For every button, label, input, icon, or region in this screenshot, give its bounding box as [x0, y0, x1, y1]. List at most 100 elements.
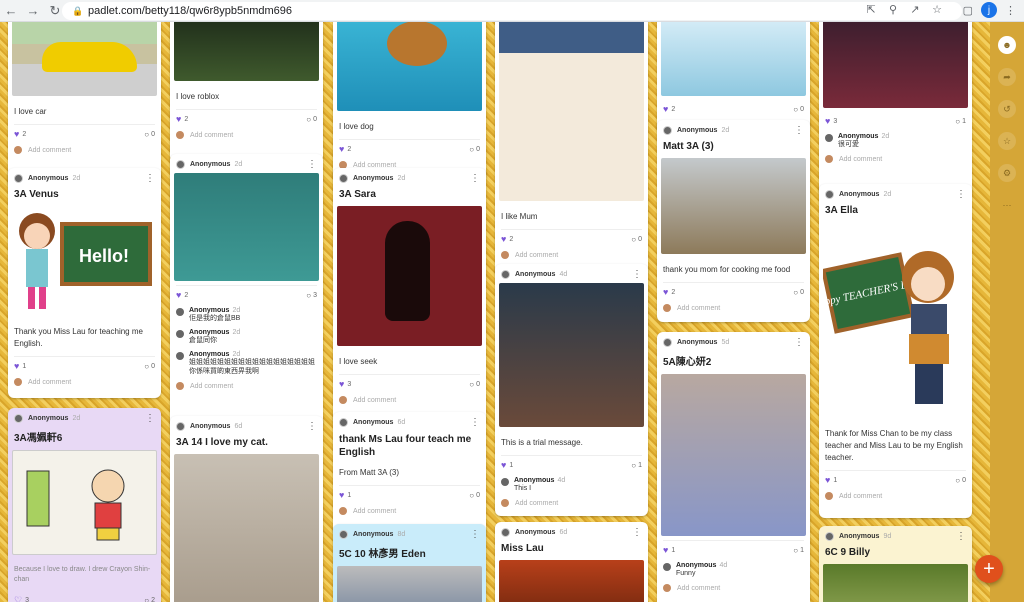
- more-horizontal-icon[interactable]: ⋯: [998, 196, 1016, 214]
- more-vertical-icon[interactable]: ⋮: [794, 126, 804, 136]
- comment-bubble-icon[interactable]: ○: [469, 145, 474, 154]
- add-comment[interactable]: Add comment: [333, 393, 486, 411]
- profile-avatar[interactable]: j: [981, 2, 997, 18]
- zoom-icon[interactable]: ⚲: [886, 3, 900, 16]
- share-icon[interactable]: ↗: [908, 3, 922, 16]
- more-vertical-icon[interactable]: ⋮: [307, 422, 317, 432]
- post-card[interactable]: Anonymous 6d ⋮ 3A 14 I love my cat.: [170, 416, 323, 602]
- add-comment[interactable]: Add comment: [170, 128, 323, 146]
- post-card[interactable]: Anonymous 5d ⋮ 5A陳心妍2 ♥ 1 ○ 1 Anonymous 4d F…: [657, 332, 810, 602]
- comment-bubble-icon[interactable]: ○: [631, 461, 636, 470]
- more-vertical-icon[interactable]: ⋮: [470, 418, 480, 428]
- heart-icon[interactable]: ♥: [14, 361, 19, 371]
- comment-bubble-icon[interactable]: ○: [144, 130, 149, 139]
- share-icon[interactable]: ➦: [998, 68, 1016, 86]
- post-card[interactable]: Anonymous 6d ⋮ Miss Lau: [495, 522, 648, 602]
- add-comment[interactable]: Add comment: [8, 143, 161, 161]
- remake-icon[interactable]: ↺: [998, 100, 1016, 118]
- star-icon[interactable]: ☆: [998, 132, 1016, 150]
- comment-bubble-icon[interactable]: ○: [306, 115, 311, 124]
- add-comment[interactable]: Add comment: [819, 489, 972, 507]
- comment-bubble-icon[interactable]: ○: [469, 380, 474, 389]
- heart-icon[interactable]: ♥: [663, 104, 668, 114]
- more-vertical-icon[interactable]: ⋮: [956, 190, 966, 200]
- add-comment-label[interactable]: Add comment: [839, 493, 882, 500]
- post-card[interactable]: ♥ 2 ○ 0 Add comment: [657, 22, 810, 132]
- comment-bubble-icon[interactable]: ○: [144, 596, 149, 602]
- comment-bubble-icon[interactable]: ○: [793, 546, 798, 555]
- add-comment-label[interactable]: Add comment: [190, 383, 233, 390]
- url-text[interactable]: padlet.com/betty118/qw6r8ypb5nmdm696: [88, 5, 292, 17]
- more-vertical-icon[interactable]: ⋮: [470, 174, 480, 184]
- padlet-board[interactable]: I love car ♥ 2 ○ 0 Add comment Anonymous…: [0, 22, 990, 602]
- add-post-button[interactable]: +: [975, 555, 1003, 583]
- post-card[interactable]: Anonymous 2d ⋮ Matt 3A (3) thank you mom f…: [657, 120, 810, 322]
- post-card[interactable]: Anonymous2d ⋮ 3A Ella Happy TEACHER'S Day…: [819, 184, 972, 518]
- sidepanel-icon[interactable]: ▢: [963, 4, 973, 17]
- post-card[interactable]: Anonymous 8d ⋮ 5C 10 林彥男 Eden: [333, 524, 486, 602]
- add-comment-label[interactable]: Add comment: [353, 508, 396, 515]
- add-comment-label[interactable]: Add comment: [677, 585, 720, 592]
- comment-bubble-icon[interactable]: ○: [144, 362, 149, 371]
- comment-bubble-icon[interactable]: ○: [306, 291, 311, 300]
- post-card[interactable]: Anonymous 2d ⋮ ♥ 2 ○ 3 Anonymous 2d 佢是我的倉鼠BB…: [170, 154, 323, 428]
- comment-bubble-icon[interactable]: ○: [955, 117, 960, 126]
- add-comment-label[interactable]: Add comment: [515, 500, 558, 507]
- comment-bubble-icon[interactable]: ○: [955, 476, 960, 485]
- comment-bubble-icon[interactable]: ○: [793, 105, 798, 114]
- add-comment-label[interactable]: Add comment: [353, 397, 396, 404]
- heart-icon[interactable]: ♥: [825, 116, 830, 126]
- add-comment[interactable]: Add comment: [8, 375, 161, 393]
- add-comment[interactable]: Add comment: [657, 581, 810, 599]
- add-comment-label[interactable]: Add comment: [515, 252, 558, 259]
- heart-icon[interactable]: ♥: [501, 460, 506, 470]
- heart-icon[interactable]: ♥: [339, 379, 344, 389]
- heart-icon[interactable]: ♥: [501, 234, 506, 244]
- more-vertical-icon[interactable]: ⋮: [145, 174, 155, 184]
- more-vertical-icon[interactable]: ⋮: [794, 338, 804, 348]
- add-comment[interactable]: Add comment: [333, 504, 486, 522]
- more-vertical-icon[interactable]: ⋮: [632, 270, 642, 280]
- post-card[interactable]: Anonymous 4d ⋮ This is a trial message. ♥ …: [495, 264, 648, 516]
- settings-icon[interactable]: ⚙: [998, 164, 1016, 182]
- heart-icon[interactable]: ♥: [663, 287, 668, 297]
- post-card[interactable]: I love car ♥ 2 ○ 0 Add comment: [8, 22, 161, 188]
- more-vertical-icon[interactable]: ⋮: [632, 528, 642, 538]
- add-comment[interactable]: Add comment: [657, 301, 810, 319]
- heart-icon[interactable]: ♥: [14, 129, 19, 139]
- more-vertical-icon[interactable]: ⋮: [470, 530, 480, 540]
- comment-bubble-icon[interactable]: ○: [631, 235, 636, 244]
- install-icon[interactable]: ⇱: [864, 3, 878, 16]
- add-comment-label[interactable]: Add comment: [28, 147, 71, 154]
- post-card[interactable]: Anonymous 9d ⋮ 6C 9 Billy: [819, 526, 972, 602]
- heart-icon[interactable]: ♥: [825, 475, 830, 485]
- post-card[interactable]: I love roblox ♥ 2 ○ 0 Add comment: [170, 22, 323, 162]
- heart-icon[interactable]: ♥: [176, 290, 181, 300]
- more-vertical-icon[interactable]: ⋮: [145, 414, 155, 424]
- post-card[interactable]: ♥ 3 ○ 1 Anonymous 2d 很可愛 Add comment: [819, 22, 972, 196]
- add-comment-label[interactable]: Add comment: [839, 156, 882, 163]
- post-card[interactable]: I love dog ♥ 2 ○ 0 Add comment: [333, 22, 486, 180]
- add-comment[interactable]: Add comment: [495, 496, 648, 514]
- address-bar[interactable]: 🔒 padlet.com/betty118/qw6r8ypb5nmdm696: [62, 2, 962, 20]
- back-icon[interactable]: ←: [0, 0, 22, 22]
- post-card[interactable]: Anonymous 6d ⋮ thank Ms Lau four teach me …: [333, 412, 486, 536]
- more-vertical-icon[interactable]: ⋮: [956, 532, 966, 542]
- add-comment-label[interactable]: Add comment: [28, 379, 71, 386]
- add-comment-label[interactable]: Add comment: [677, 305, 720, 312]
- comment-bubble-icon[interactable]: ○: [469, 491, 474, 500]
- heart-icon[interactable]: ♥: [663, 545, 668, 555]
- heart-icon[interactable]: ♡: [14, 595, 22, 602]
- star-icon[interactable]: ☆: [930, 3, 944, 16]
- post-card[interactable]: Anonymous 2d ⋮ 3A Sara I love seek ♥ 3 ○ 0…: [333, 168, 486, 424]
- forward-icon[interactable]: →: [22, 0, 44, 22]
- add-comment[interactable]: Add comment: [170, 379, 323, 397]
- post-card[interactable]: I like Mum ♥ 2 ○ 0 Add comment: [495, 22, 648, 276]
- more-vertical-icon[interactable]: ⋮: [307, 160, 317, 170]
- add-comment-label[interactable]: Add comment: [190, 132, 233, 139]
- post-card[interactable]: Anonymous 2d ⋮ 3A馮姵軒6 Because I love to dr…: [8, 408, 161, 602]
- heart-icon[interactable]: ♥: [176, 114, 181, 124]
- add-comment[interactable]: Add comment: [819, 152, 972, 170]
- user-avatar-button[interactable]: ☻: [998, 36, 1016, 54]
- post-card[interactable]: Anonymous 2d ⋮ 3A Venus Hello! Thank you M…: [8, 168, 161, 398]
